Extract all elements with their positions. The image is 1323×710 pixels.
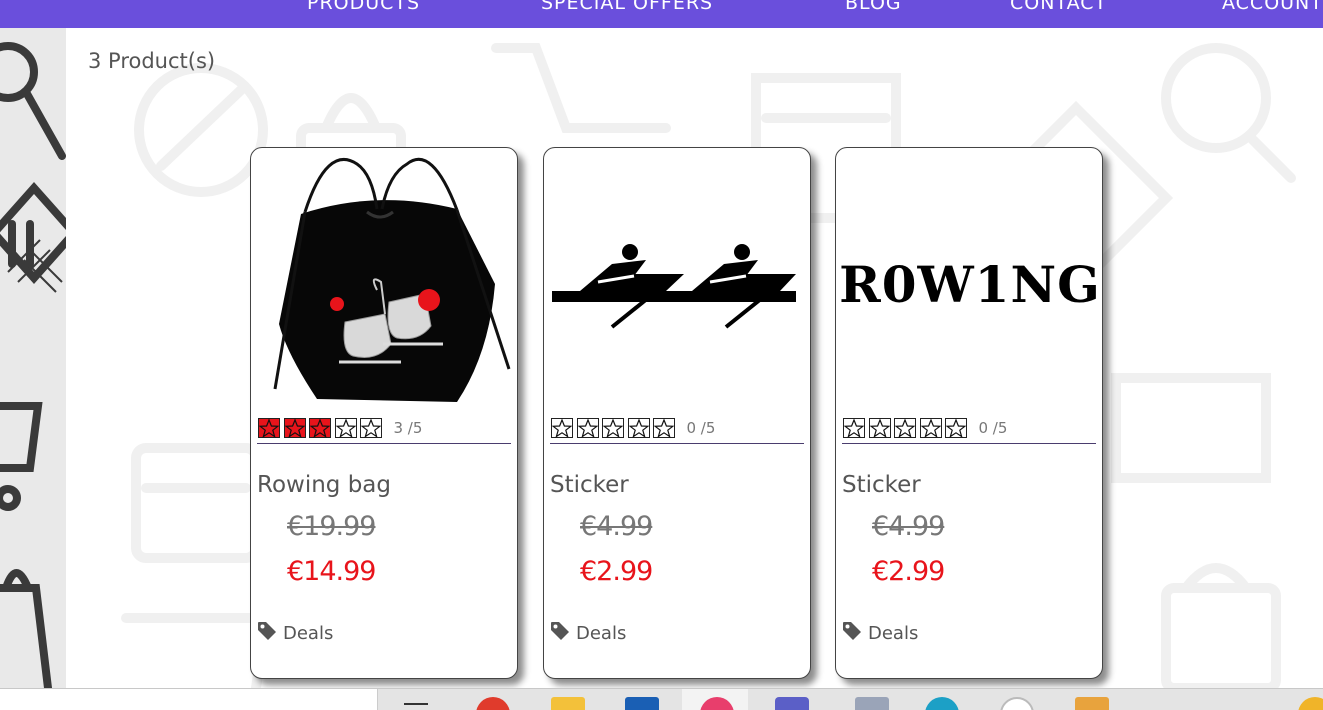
nav-special-offers[interactable]: SPECIAL OFFERS bbox=[541, 0, 713, 14]
rating-stars: 0 /5 bbox=[843, 418, 1007, 438]
drawstring-bag-image bbox=[273, 157, 511, 402]
card-divider bbox=[550, 443, 804, 444]
original-price: €4.99 bbox=[580, 511, 653, 542]
star-filled-icon bbox=[309, 418, 331, 438]
original-price: €19.99 bbox=[287, 511, 376, 542]
photos-icon[interactable] bbox=[1075, 697, 1109, 710]
card-divider bbox=[257, 443, 511, 444]
nav-products[interactable]: PRODUCTS bbox=[307, 0, 420, 14]
category-tag[interactable]: Deals bbox=[550, 621, 626, 645]
rating-stars: 0 /5 bbox=[551, 418, 715, 438]
tag-icon bbox=[550, 621, 570, 645]
star-empty-icon bbox=[868, 418, 891, 438]
star-empty-icon bbox=[334, 418, 357, 438]
rating-stars: 3 /5 bbox=[258, 418, 422, 438]
rating-value: 3 /5 bbox=[393, 419, 423, 437]
nav-blog[interactable]: BLOG bbox=[845, 0, 902, 14]
star-empty-icon bbox=[945, 418, 967, 438]
tag-icon bbox=[257, 621, 277, 645]
rating-value: 0 /5 bbox=[978, 419, 1008, 437]
shopping-decor-icons bbox=[0, 42, 66, 688]
sale-price: €2.99 bbox=[580, 556, 653, 587]
product-card[interactable]: 0 /5 Sticker €4.99 €2.99 Deals bbox=[543, 147, 811, 679]
product-card[interactable]: 3 /5 Rowing bag €19.99 €14.99 Deals bbox=[250, 147, 518, 679]
notepad-icon[interactable] bbox=[855, 697, 889, 710]
product-image[interactable] bbox=[550, 154, 806, 406]
chat-icon[interactable] bbox=[1000, 697, 1034, 710]
star-empty-icon bbox=[602, 418, 624, 438]
star-empty-icon bbox=[627, 418, 650, 438]
nav-account[interactable]: ACCOUNT bbox=[1222, 0, 1323, 14]
chrome-icon[interactable] bbox=[476, 697, 510, 710]
product-image[interactable]: R0W1NG bbox=[839, 154, 1101, 406]
star-empty-icon bbox=[551, 418, 573, 438]
top-nav: PRODUCTS SPECIAL OFFERS BLOG CONTACT ACC… bbox=[0, 0, 1323, 28]
task-view-icon[interactable] bbox=[404, 703, 428, 710]
star-empty-icon bbox=[576, 418, 599, 438]
rating-value: 0 /5 bbox=[686, 419, 716, 437]
star-filled-icon bbox=[283, 418, 306, 438]
product-image[interactable] bbox=[257, 154, 513, 406]
nav-contact[interactable]: CONTACT bbox=[1010, 0, 1107, 14]
teams-icon[interactable] bbox=[775, 697, 809, 710]
rowing-text-sticker-image: R0W1NG bbox=[839, 254, 1101, 314]
card-divider bbox=[842, 443, 1096, 444]
star-empty-icon bbox=[843, 418, 865, 438]
mail-icon[interactable] bbox=[625, 697, 659, 710]
rowing-pictogram-image bbox=[552, 244, 796, 329]
category-tag[interactable]: Deals bbox=[842, 621, 918, 645]
star-empty-icon bbox=[653, 418, 675, 438]
tag-label[interactable]: Deals bbox=[576, 623, 626, 644]
product-name[interactable]: Rowing bag bbox=[257, 472, 391, 498]
tag-label[interactable]: Deals bbox=[283, 623, 333, 644]
product-name[interactable]: Sticker bbox=[550, 472, 629, 498]
category-tag[interactable]: Deals bbox=[257, 621, 333, 645]
tray-icon[interactable] bbox=[1298, 697, 1323, 710]
sale-price: €14.99 bbox=[287, 556, 376, 587]
original-price: €4.99 bbox=[872, 511, 945, 542]
os-taskbar bbox=[0, 688, 1323, 710]
taskbar-search-box[interactable] bbox=[0, 689, 378, 710]
edge-icon[interactable] bbox=[925, 697, 959, 710]
product-name[interactable]: Sticker bbox=[842, 472, 921, 498]
left-decor-strip bbox=[0, 28, 66, 688]
sale-price: €2.99 bbox=[872, 556, 945, 587]
star-empty-icon bbox=[894, 418, 916, 438]
tag-label[interactable]: Deals bbox=[868, 623, 918, 644]
file-explorer-icon[interactable] bbox=[551, 697, 585, 710]
star-empty-icon bbox=[360, 418, 382, 438]
star-filled-icon bbox=[258, 418, 280, 438]
product-card[interactable]: R0W1NG 0 /5 Sticker €4.99 €2.99 Deals bbox=[835, 147, 1103, 679]
star-empty-icon bbox=[919, 418, 942, 438]
product-count: 3 Product(s) bbox=[88, 49, 216, 73]
tag-icon bbox=[842, 621, 862, 645]
